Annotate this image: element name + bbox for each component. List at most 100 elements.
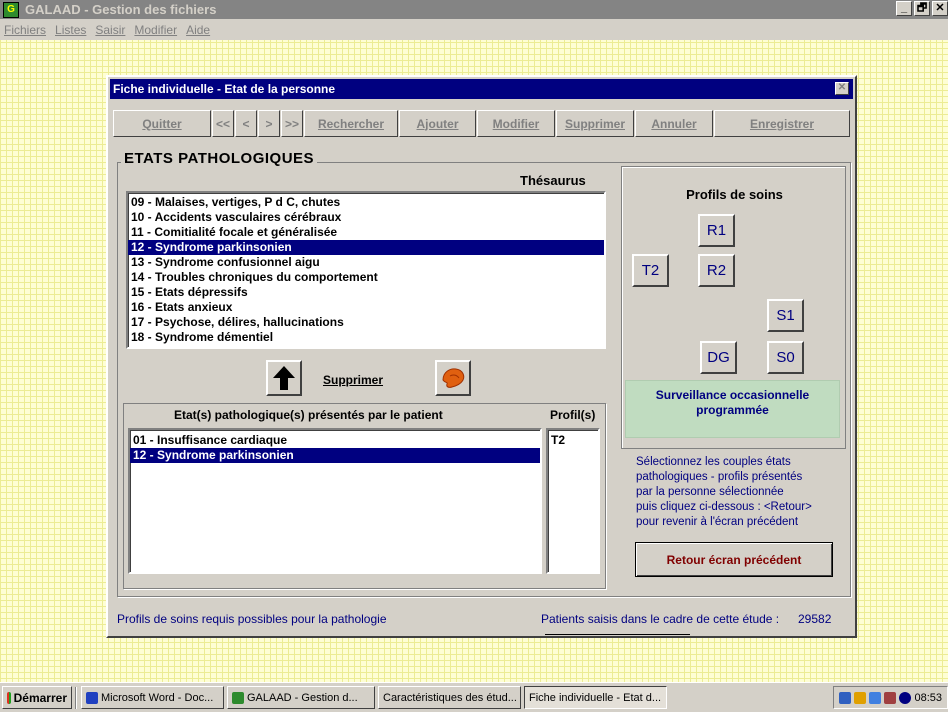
retour-button[interactable]: Retour écran précédent xyxy=(635,542,833,577)
close-button[interactable]: ✕ xyxy=(932,1,948,16)
modifier-button[interactable]: Modifier xyxy=(477,110,555,137)
profil-t2-button[interactable]: T2 xyxy=(632,254,669,287)
app-titlebar: G GALAAD - Gestion des fichiers _ 🗗 ✕ xyxy=(0,0,948,19)
profil-r1-button[interactable]: R1 xyxy=(698,214,735,247)
list-item[interactable]: 14 - Troubles chroniques du comportement xyxy=(128,270,604,285)
menu-listes[interactable]: Listes xyxy=(55,23,86,37)
menu-saisir[interactable]: Saisir xyxy=(95,23,125,37)
task-label: Caractéristiques des étud... xyxy=(383,691,517,704)
minimize-button[interactable]: _ xyxy=(896,1,912,16)
help-line: Sélectionnez les couples états xyxy=(636,456,791,468)
help-line: pour revenir à l'écran précédent xyxy=(636,516,799,528)
next-record-button[interactable]: > xyxy=(258,110,280,137)
list-item[interactable]: 18 - Syndrome démentiel xyxy=(128,330,604,345)
profils-list[interactable]: T2 xyxy=(546,428,600,574)
patient-pathologies-list[interactable]: 01 - Insuffisance cardiaque 12 - Syndrom… xyxy=(128,428,542,574)
footer-right-label: Patients saisis dans le cadre de cette é… xyxy=(541,612,780,626)
footer-divider xyxy=(545,634,690,635)
word-icon xyxy=(86,691,98,704)
footer-left-text: Profils de soins requis possibles pour l… xyxy=(117,612,387,626)
profil-dg-button[interactable]: DG xyxy=(700,341,737,374)
supprimer-toolbar-button[interactable]: Supprimer xyxy=(556,110,634,137)
task-caracteristiques[interactable]: Caractéristiques des étud... xyxy=(378,686,521,709)
last-record-button[interactable]: >> xyxy=(281,110,303,137)
surveillance-info: Surveillance occasionnelle programmée xyxy=(625,380,840,438)
profils-title: Profils de soins xyxy=(686,187,783,202)
patient-count: 29582 xyxy=(798,612,832,626)
move-up-button[interactable] xyxy=(266,360,302,396)
list-item[interactable]: T2 xyxy=(548,433,598,448)
tray-network-icon[interactable] xyxy=(839,691,852,704)
taskbar-separator xyxy=(75,686,77,709)
enregistrer-button[interactable]: Enregistrer xyxy=(714,110,850,137)
task-fiche-individuelle[interactable]: Fiche individuelle - Etat d... xyxy=(524,686,667,709)
prev-record-button[interactable]: < xyxy=(235,110,257,137)
list-item-selected[interactable]: 12 - Syndrome parkinsonien xyxy=(130,448,540,463)
thesaurus-list[interactable]: 09 - Malaises, vertiges, P d C, chutes 1… xyxy=(126,191,606,349)
organ-icon xyxy=(442,368,465,388)
start-button[interactable]: Démarrer xyxy=(2,686,72,709)
list-item[interactable]: 17 - Psychose, délires, hallucinations xyxy=(128,315,604,330)
system-tray: 08:53 xyxy=(833,686,948,709)
ajouter-label: Ajouter xyxy=(416,116,459,131)
section-title: ETATS PATHOLOGIQUES xyxy=(121,150,318,167)
patient-list-header: Etat(s) pathologique(s) présentés par le… xyxy=(174,408,443,422)
tray-app-icon[interactable] xyxy=(854,691,867,704)
profil-r2-button[interactable]: R2 xyxy=(698,254,735,287)
ajouter-button[interactable]: Ajouter xyxy=(399,110,476,137)
help-text: Sélectionnez les couples états pathologi… xyxy=(636,455,846,530)
galaad-icon xyxy=(232,691,244,704)
quitter-label: Quitter xyxy=(142,116,182,131)
clock[interactable]: 08:53 xyxy=(914,692,942,704)
app-title: GALAAD - Gestion des fichiers xyxy=(25,2,217,17)
windows-logo-icon xyxy=(7,691,11,704)
supprimer-label: Supprimer xyxy=(323,373,384,387)
list-item-selected[interactable]: 12 - Syndrome parkinsonien xyxy=(128,240,604,255)
rechercher-label: Rechercher xyxy=(317,116,385,131)
modifier-label: Modifier xyxy=(492,116,540,131)
first-record-button[interactable]: << xyxy=(212,110,234,137)
dialog-close-button[interactable]: ✕ xyxy=(835,82,849,95)
tray-antivirus-icon[interactable] xyxy=(884,691,897,704)
window-controls: _ 🗗 ✕ xyxy=(894,1,948,16)
fiche-individuelle-dialog: Fiche individuelle - Etat de la personne… xyxy=(106,75,857,638)
menu-bar: Fichiers Listes Saisir Modifier Aide xyxy=(0,19,948,40)
dialog-title: Fiche individuelle - Etat de la personne xyxy=(113,82,336,96)
menu-modifier[interactable]: Modifier xyxy=(134,23,177,37)
restore-button[interactable]: 🗗 xyxy=(914,1,930,16)
add-pathology-button[interactable] xyxy=(435,360,471,396)
task-galaad[interactable]: GALAAD - Gestion d... xyxy=(227,686,375,709)
list-item[interactable]: 16 - Etats anxieux xyxy=(128,300,604,315)
galaad-app-icon: G xyxy=(3,1,19,18)
tray-clock-icon[interactable] xyxy=(899,691,912,704)
dialog-titlebar: Fiche individuelle - Etat de la personne… xyxy=(110,79,853,99)
list-item[interactable]: 10 - Accidents vasculaires cérébraux xyxy=(128,210,604,225)
list-item[interactable]: 11 - Comitialité focale et généralisée xyxy=(128,225,604,240)
quitter-button[interactable]: Quitter xyxy=(113,110,211,137)
tray-sound-icon[interactable] xyxy=(869,691,882,704)
task-word[interactable]: Microsoft Word - Doc... xyxy=(81,686,224,709)
list-item[interactable]: 13 - Syndrome confusionnel aigu xyxy=(128,255,604,270)
annuler-label: Annuler xyxy=(651,116,697,131)
supprimer-toolbar-label: Supprimer xyxy=(564,116,625,131)
task-label: GALAAD - Gestion d... xyxy=(247,691,358,704)
list-item[interactable]: 01 - Insuffisance cardiaque xyxy=(130,433,540,448)
taskbar: Démarrer Microsoft Word - Doc... GALAAD … xyxy=(0,682,948,712)
profil-s0-button[interactable]: S0 xyxy=(767,341,804,374)
start-label: Démarrer xyxy=(13,690,67,705)
list-item[interactable]: 15 - Etats dépressifs xyxy=(128,285,604,300)
rechercher-button[interactable]: Rechercher xyxy=(304,110,398,137)
help-line: puis cliquez ci-dessous : <Retour> xyxy=(636,501,812,513)
up-arrow-icon xyxy=(273,366,295,390)
task-label: Fiche individuelle - Etat d... xyxy=(529,691,662,704)
list-item[interactable]: 09 - Malaises, vertiges, P d C, chutes xyxy=(128,195,604,210)
enregistrer-label: Enregistrer xyxy=(749,116,815,131)
thesaurus-label: Thésaurus xyxy=(520,173,586,188)
annuler-button[interactable]: Annuler xyxy=(635,110,713,137)
menu-aide[interactable]: Aide xyxy=(186,23,210,37)
profil-s1-button[interactable]: S1 xyxy=(767,299,804,332)
menu-fichiers[interactable]: Fichiers xyxy=(4,23,46,37)
task-label: Microsoft Word - Doc... xyxy=(101,691,214,704)
profils-list-header: Profil(s) xyxy=(550,408,596,422)
help-line: pathologiques - profils présentés xyxy=(636,471,803,483)
